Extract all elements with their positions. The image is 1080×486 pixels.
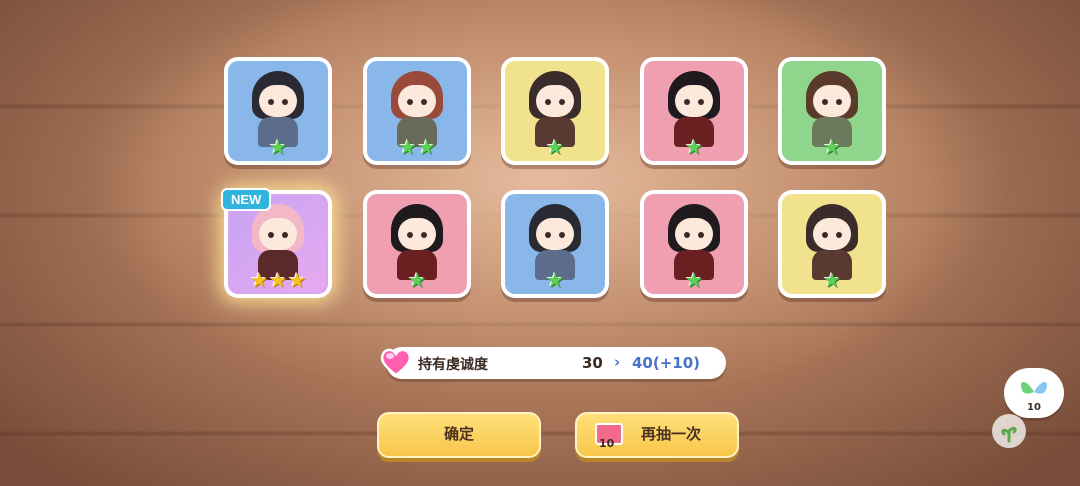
confirm-button-label: 确定	[443, 425, 474, 443]
star-icon: ★	[408, 268, 426, 292]
star-icon: ★	[269, 268, 287, 292]
character-eye	[282, 99, 288, 105]
character-eye	[836, 232, 842, 238]
character-card[interactable]: ★	[778, 57, 886, 165]
heart-gem-icon	[380, 348, 412, 377]
character-eye	[268, 99, 274, 105]
character-eye	[407, 232, 413, 238]
character-card[interactable]: ★	[640, 190, 748, 298]
confirm-button[interactable]: 确定	[377, 412, 541, 458]
character-card[interactable]: ★	[224, 57, 332, 165]
character-eye	[559, 232, 565, 238]
star-icon: ★	[823, 135, 841, 159]
character-eye	[684, 232, 690, 238]
character-eye	[836, 99, 842, 105]
devotion-arrow: ›	[614, 353, 621, 371]
devotion-current: 30	[582, 354, 603, 372]
star-icon: ★	[269, 135, 287, 159]
star-icon: ★	[287, 268, 306, 292]
character-face	[536, 218, 574, 250]
character-card[interactable]: ★	[501, 57, 609, 165]
rarity-stars: ★	[685, 137, 703, 157]
character-face	[675, 218, 713, 250]
devotion-bar: 持有虔诚度 30 › 40(+10)	[380, 347, 726, 379]
rarity-stars: ★	[823, 270, 841, 290]
character-eye	[407, 99, 413, 105]
sprout-icon	[1001, 426, 1017, 443]
devotion-new-value: 40(+10)	[632, 354, 701, 372]
character-eye	[559, 99, 565, 105]
rarity-stars: ★ ★	[399, 137, 436, 157]
character-card[interactable]: ★	[640, 57, 748, 165]
character-face	[398, 85, 436, 117]
star-icon: ★	[546, 135, 564, 159]
new-badge: NEW	[221, 188, 272, 211]
character-face	[675, 85, 713, 117]
character-eye	[545, 232, 551, 238]
character-eye	[822, 232, 828, 238]
rarity-stars: ★	[269, 137, 287, 157]
character-eye	[282, 232, 288, 238]
character-eye	[545, 99, 551, 105]
star-icon: ★	[685, 135, 703, 159]
draw-again-label: 再抽一次	[640, 425, 701, 443]
side-widget-count: 10	[1027, 402, 1041, 413]
character-face	[398, 218, 436, 250]
star-icon: ★	[417, 135, 436, 159]
character-eye	[421, 232, 427, 238]
star-icon: ★	[250, 268, 269, 292]
star-icon: ★	[823, 268, 841, 292]
character-eye	[421, 99, 427, 105]
character-card[interactable]: ★	[778, 190, 886, 298]
star-icon: ★	[685, 268, 703, 292]
side-currency-widget[interactable]: 10	[1004, 368, 1064, 418]
draw-again-button[interactable]: 10 再抽一次	[575, 412, 739, 458]
character-eye	[698, 99, 704, 105]
character-card[interactable]: ★ ★	[363, 57, 471, 165]
rarity-stars: ★	[408, 270, 426, 290]
rarity-stars: ★	[823, 137, 841, 157]
rarity-stars: ★	[546, 137, 564, 157]
character-card[interactable]: ★	[363, 190, 471, 298]
rarity-stars: ★ ★ ★	[250, 270, 306, 290]
ticket-count: 10	[599, 437, 615, 450]
rarity-stars: ★	[546, 270, 564, 290]
character-face	[813, 85, 851, 117]
devotion-label: 持有虔诚度	[418, 357, 488, 373]
character-face	[536, 85, 574, 117]
sprout-button[interactable]	[992, 414, 1026, 448]
star-icon: ★	[546, 268, 564, 292]
character-face	[259, 218, 297, 250]
rarity-stars: ★	[685, 270, 703, 290]
character-face	[813, 218, 851, 250]
character-face	[259, 85, 297, 117]
leaf-butterfly-icon	[1020, 382, 1048, 394]
character-card[interactable]: ★	[501, 190, 609, 298]
star-icon: ★	[398, 135, 417, 159]
character-eye	[268, 232, 274, 238]
character-eye	[698, 232, 704, 238]
character-eye	[822, 99, 828, 105]
character-eye	[684, 99, 690, 105]
